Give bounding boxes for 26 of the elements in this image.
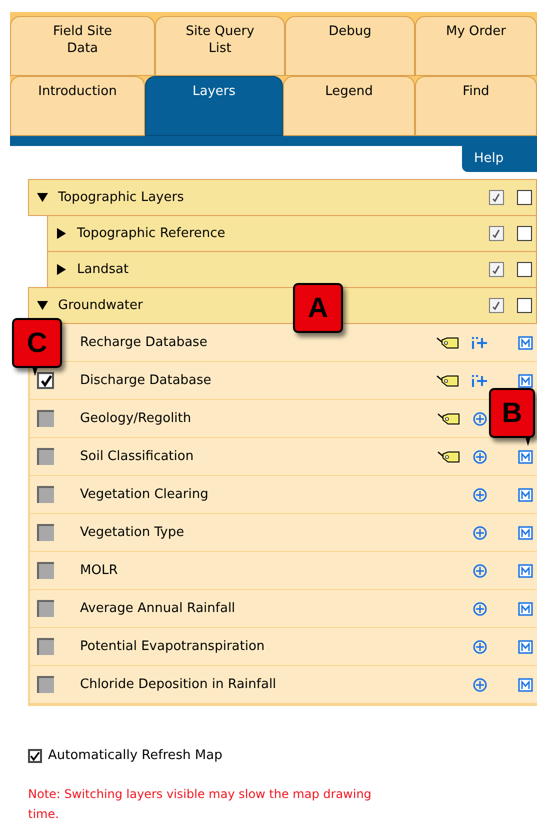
group-label[interactable]: Groundwater — [58, 296, 143, 316]
group-label[interactable]: Topographic Reference — [77, 224, 226, 244]
layer-label: Chloride Deposition in Rainfall — [80, 676, 276, 694]
tab[interactable]: Layers — [145, 76, 283, 136]
layer-label: Vegetation Clearing — [80, 486, 208, 504]
tab[interactable]: Introduction — [10, 76, 145, 136]
tab[interactable]: Site Query List — [155, 16, 285, 76]
tab[interactable]: Find — [415, 76, 537, 136]
layer-label: Geology/Regolith — [80, 410, 192, 428]
help-tab[interactable]: Help — [462, 146, 537, 172]
layer-label: Soil Classification — [80, 448, 194, 466]
group-label[interactable]: Landsat — [77, 260, 129, 280]
warning-note: Note: Switching layers visible may slow the map drawing time. — [28, 786, 372, 822]
layer-label: Vegetation Type — [80, 524, 184, 542]
layer-label: Discharge Database — [80, 372, 212, 390]
layer-label: Average Annual Rainfall — [80, 600, 236, 618]
layer-label: MOLR — [80, 562, 118, 580]
checkbox-label: Automatically Refresh Map — [48, 747, 222, 765]
callout-label: A — [293, 283, 343, 333]
tab[interactable]: Field Site Data — [10, 16, 155, 76]
layer-label: Recharge Database — [80, 334, 208, 352]
tab[interactable]: Legend — [283, 76, 415, 136]
layer-label: Potential Evapotranspiration — [80, 638, 265, 656]
tab[interactable]: My Order — [415, 16, 537, 76]
tab[interactable]: Debug — [285, 16, 415, 76]
group-label[interactable]: Topographic Layers — [58, 188, 184, 208]
